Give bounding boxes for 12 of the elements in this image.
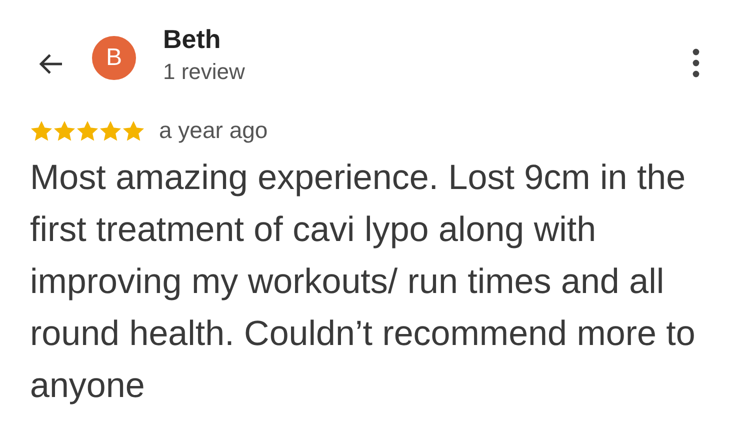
star-icon bbox=[53, 120, 76, 142]
review-count: 1 review bbox=[163, 59, 246, 85]
star-icon bbox=[122, 120, 145, 142]
star-icon bbox=[99, 120, 122, 142]
avatar: B bbox=[92, 36, 136, 80]
more-menu-icon[interactable] bbox=[692, 48, 700, 78]
review-text: Most amazing experience. Lost 9cm in the first treatment of cavi lypo along with improving my workouts/ run times and all round health. Couldn’t recommend more to anyone bbox=[30, 157, 696, 407]
reviewer-name[interactable]: Beth bbox=[163, 24, 692, 55]
star-icon bbox=[76, 120, 99, 142]
back-icon[interactable] bbox=[38, 52, 64, 74]
review-time: a year ago bbox=[159, 117, 268, 144]
star-icon bbox=[30, 120, 53, 142]
